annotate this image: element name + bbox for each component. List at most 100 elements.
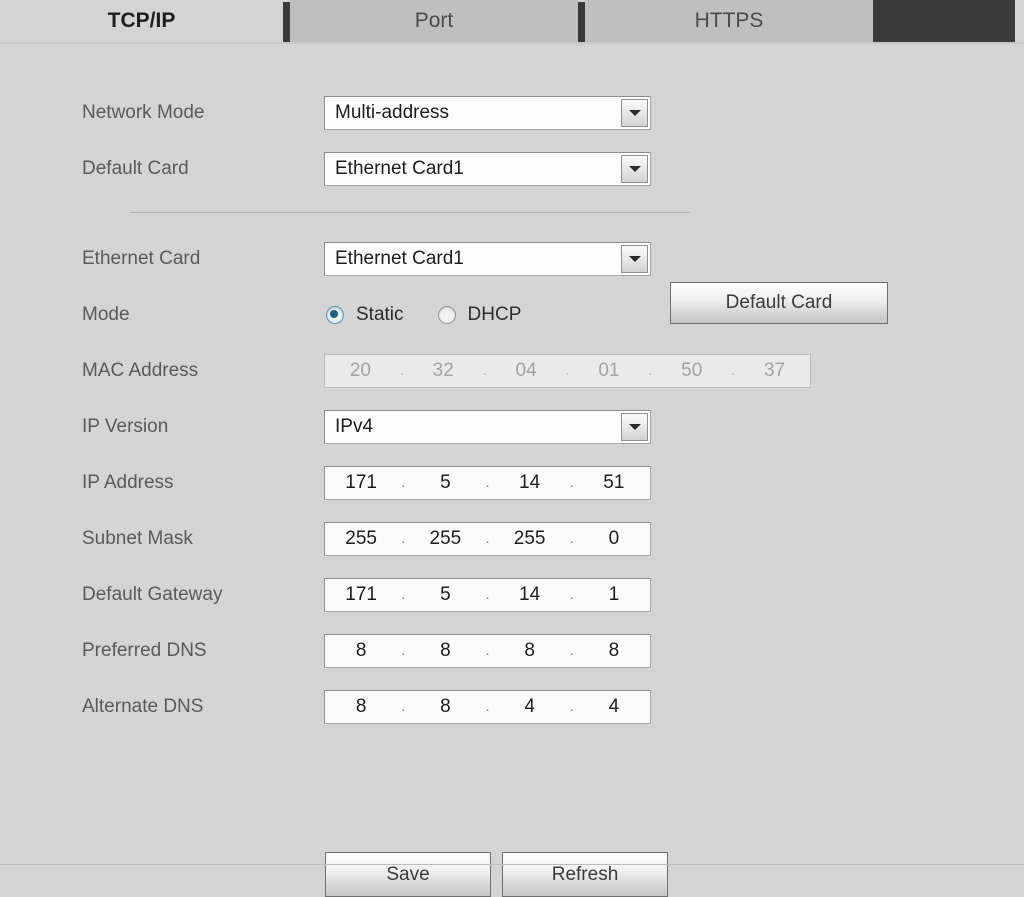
tab-tcpip[interactable]: TCP/IP [0,0,283,42]
default-gateway-field[interactable]: 171 . 5 . 14 . 1 [324,578,651,612]
radio-icon-static [326,306,344,324]
row-ip-address: IP Address 171 . 5 . 14 . 51 [0,462,1024,504]
alternate-dns-octet-4[interactable]: 4 [578,696,650,718]
network-mode-value: Multi-address [335,102,450,123]
tab-bar-filler [873,0,1015,44]
row-mac-address: MAC Address 20 . 32 . 04 . 01 . 50 . 37 [0,350,1024,392]
default-card-value: Ethernet Card1 [335,158,464,179]
ethernet-card-select[interactable]: Ethernet Card1 [324,242,651,276]
mac-segment-3: 04 [515,360,537,381]
network-mode-select[interactable]: Multi-address [324,96,651,130]
row-ethernet-card: Ethernet Card Ethernet Card1 [0,238,1024,280]
label-default-gateway: Default Gateway [82,584,223,605]
ip-address-field[interactable]: 171 . 5 . 14 . 51 [324,466,651,500]
alternate-dns-octet-2[interactable]: 8 [409,696,481,718]
ip-separator: . [401,586,406,603]
tab-https[interactable]: HTTPS [585,0,873,42]
mac-segment-2: 32 [432,360,454,381]
ip-separator: . [401,698,406,715]
label-ethernet-card: Ethernet Card [82,248,201,269]
chevron-down-icon[interactable] [621,99,648,127]
ip-separator: . [401,474,406,491]
mac-segment-1: 20 [349,360,371,381]
subnet-mask-octet-4[interactable]: 0 [578,528,650,550]
label-mode: Mode [82,304,130,325]
preferred-dns-octet-3[interactable]: 8 [494,640,566,662]
default-gateway-octet-3[interactable]: 14 [494,584,566,606]
mac-separator: . [730,362,736,379]
ip-separator: . [485,698,490,715]
chevron-down-icon[interactable] [621,245,648,273]
default-card-select[interactable]: Ethernet Card1 [324,152,651,186]
ip-separator: . [401,642,406,659]
radio-static[interactable]: Static [326,304,404,326]
preferred-dns-field[interactable]: 8 . 8 . 8 . 8 [324,634,651,668]
ip-address-octet-3[interactable]: 14 [494,472,566,494]
mac-address-field: 20 . 32 . 04 . 01 . 50 . 37 [324,354,811,388]
ip-address-octet-2[interactable]: 5 [409,472,481,494]
tcpip-settings-panel: Network Mode Multi-address Default Card … [0,44,1024,897]
label-ip-address: IP Address [82,472,174,493]
subnet-mask-octet-2[interactable]: 255 [409,528,481,550]
ip-separator: . [485,530,490,547]
row-mode: Mode Static DHCP [0,294,1024,336]
mac-separator: . [399,362,405,379]
row-ip-version: IP Version IPv4 [0,406,1024,448]
mac-separator: . [565,362,570,379]
mac-segment-6: 37 [763,360,786,381]
save-button[interactable]: Save [325,852,491,897]
ip-address-octet-1[interactable]: 171 [325,472,397,494]
label-alternate-dns: Alternate DNS [82,696,204,717]
alternate-dns-field[interactable]: 8 . 8 . 4 . 4 [324,690,651,724]
refresh-button[interactable]: Refresh [502,852,668,897]
mac-segment-5: 50 [681,360,703,381]
section-divider [130,212,690,213]
mac-separator: . [482,362,487,379]
ip-address-octet-4[interactable]: 51 [578,472,650,494]
ip-separator: . [569,474,574,491]
label-network-mode: Network Mode [82,102,205,123]
subnet-mask-octet-3[interactable]: 255 [494,528,566,550]
tab-separator-2 [578,2,585,42]
chevron-down-icon[interactable] [621,155,648,183]
alternate-dns-octet-3[interactable]: 4 [494,696,566,718]
preferred-dns-octet-4[interactable]: 8 [578,640,650,662]
panel-bottom-divider [0,864,1024,865]
subnet-mask-octet-1[interactable]: 255 [325,528,397,550]
ip-separator: . [569,642,574,659]
row-network-mode: Network Mode Multi-address [0,92,1024,134]
row-alternate-dns: Alternate DNS 8 . 8 . 4 . 4 [0,686,1024,728]
ip-version-select[interactable]: IPv4 [324,410,651,444]
preferred-dns-octet-2[interactable]: 8 [409,640,481,662]
default-gateway-octet-4[interactable]: 1 [578,584,650,606]
ip-separator: . [485,474,490,491]
label-default-card: Default Card [82,158,189,179]
alternate-dns-octet-1[interactable]: 8 [325,696,397,718]
preferred-dns-octet-1[interactable]: 8 [325,640,397,662]
ip-separator: . [485,586,490,603]
chevron-down-icon[interactable] [621,413,648,441]
ip-separator: . [569,530,574,547]
default-gateway-octet-2[interactable]: 5 [409,584,481,606]
label-ip-version: IP Version [82,416,169,437]
ip-version-value: IPv4 [335,416,374,437]
label-mac-address: MAC Address [82,360,199,381]
radio-label-dhcp: DHCP [467,304,522,325]
mode-radio-group: Static DHCP [326,294,555,336]
mac-segment-4: 01 [598,360,620,381]
ip-separator: . [485,642,490,659]
radio-dhcp[interactable]: DHCP [437,304,522,326]
tab-separator-1 [283,2,290,42]
ethernet-card-value: Ethernet Card1 [335,248,464,269]
row-default-card: Default Card Ethernet Card1 [0,148,1024,190]
default-gateway-octet-1[interactable]: 171 [325,584,397,606]
tab-bar: TCP/IP Port HTTPS [0,0,1024,44]
row-preferred-dns: Preferred DNS 8 . 8 . 8 . 8 [0,630,1024,672]
ip-separator: . [401,530,406,547]
row-default-gateway: Default Gateway 171 . 5 . 14 . 1 [0,574,1024,616]
radio-icon-dhcp [437,306,456,324]
mac-separator: . [648,362,653,379]
tab-port[interactable]: Port [290,0,578,42]
ip-separator: . [569,698,574,715]
subnet-mask-field[interactable]: 255 . 255 . 255 . 0 [324,522,651,556]
